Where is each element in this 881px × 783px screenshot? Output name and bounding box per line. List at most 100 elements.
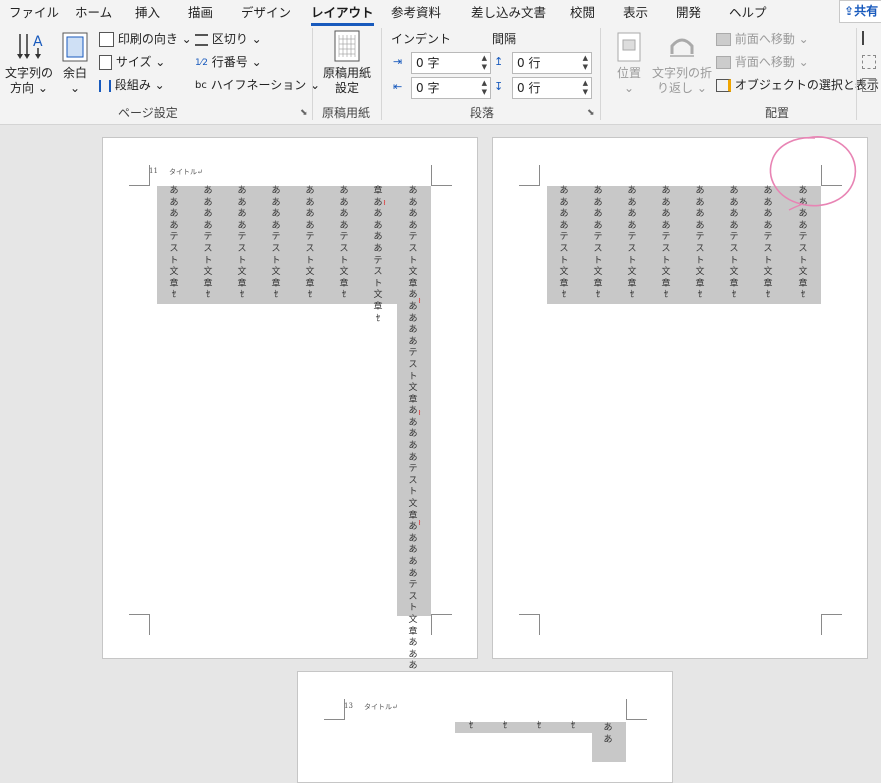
wrap-text-button[interactable]: 文字列の折 り返し ⌄ [652,30,712,100]
tab-mailings[interactable]: 差し込み文書 [471,2,546,21]
text-column[interactable]: ああああテスト文章ｾ [728,186,740,302]
spacing-after-icon: ↧ [494,80,504,93]
share-button[interactable]: ⇪共有 [839,0,881,23]
tab-layout[interactable]: レイアウト [311,2,374,26]
columns-label: 段組み [114,78,151,92]
spinner-icon: ▲ ▼ [481,79,487,96]
selection-pane-button[interactable]: オブジェクトの選択と表示 [716,77,879,93]
orientation-button[interactable]: 印刷の向き ⌄ [99,31,192,47]
text-column[interactable]: ああああテスト文章ｾ [592,186,604,302]
size-label: サイズ [115,55,152,69]
spacing-after-input[interactable]: 0 行 ▲ ▼ [512,77,592,99]
text-column[interactable]: ああああテスト文章あああああテスト文章あああああテスト文章あああああテスト文章あ… [407,186,419,743]
spelling-error-mark: ≀ [418,296,421,305]
spinner-icon: ▲ ▼ [582,79,588,96]
wrap-text-icon [670,38,694,57]
hyphenation-icon: bc [195,79,207,91]
tab-references[interactable]: 参考資料 [391,2,441,21]
text-selection [157,186,431,304]
tab-design[interactable]: デザイン [241,2,291,21]
breaks-button[interactable]: 区切り ⌄ [195,31,262,47]
genko-label-2: 設定 [334,81,359,95]
document-page[interactable]: ああああテスト文章ｾ ああああテスト文章ｾ ああああテスト文章ｾ ああああテスト… [492,136,868,659]
text-direction-button[interactable]: A 文字列の 方向 ⌄ [4,30,54,100]
indent-left-input[interactable]: 0 字 ▲ ▼ [411,52,491,74]
hyphenation-button[interactable]: bc ハイフネーション ⌄ [195,77,320,94]
line-numbers-label: 行番号 [211,55,248,69]
text-column[interactable]: ああああテスト文章ｾ [558,186,570,302]
svg-text:A: A [33,34,43,50]
tab-insert[interactable]: 挿入 [135,2,160,21]
document-page[interactable]: 13 タイトル↵ ｾ ｾ ｾ ｾ ああ [297,671,673,783]
tab-draw[interactable]: 描画 [188,2,213,21]
breaks-label: 区切り [211,32,248,46]
page-header-text: タイトル↵ [364,703,398,711]
text-column[interactable]: ああああテスト文章ｾ [694,186,706,302]
text-column[interactable]: ああああテスト文章ｾ [338,186,350,302]
text-column[interactable]: ｾ [499,721,511,733]
line-numbers-icon: 1⁄2 [195,57,208,68]
document-area: 11 タイトル↵ ああああテスト文章ｾ ああああテスト文章ｾ ああああテスト文章… [0,125,881,783]
indent-left-icon: ⇥ [393,55,403,68]
rotate-icon[interactable] [862,78,876,92]
text-column[interactable]: ｾ [465,721,477,733]
crop-mark [626,699,647,720]
text-column[interactable]: ああああテスト文章ｾ [304,186,316,302]
margins-button[interactable]: 余白 ⌄ [58,30,92,100]
spacing-before-input[interactable]: 0 行 ▲ ▼ [512,52,592,74]
tab-view[interactable]: 表示 [623,2,648,21]
indent-right-input[interactable]: 0 字 ▲ ▼ [411,77,491,99]
document-page[interactable]: 11 タイトル↵ ああああテスト文章ｾ ああああテスト文章ｾ ああああテスト文章… [102,137,478,741]
page-setup-launcher-icon[interactable]: ⬊ [300,108,308,118]
text-column[interactable]: ああああテスト文章ｾ [270,186,282,302]
position-icon [617,32,641,62]
text-column[interactable]: ああああテスト文章ｾ [660,186,672,302]
paragraph-group-label: 段落 [470,106,495,120]
crop-mark [519,165,540,186]
text-column[interactable]: ああ [602,723,614,746]
arrange-group-label: 配置 [765,106,790,120]
line-numbers-button[interactable]: 1⁄2 行番号 ⌄ [195,54,262,71]
chevron-down-icon: ⌄ [69,81,81,95]
text-column[interactable]: ｾ [533,721,545,733]
tab-developer[interactable]: 開発 [676,2,701,21]
text-column[interactable]: ｾ [567,721,579,733]
text-direction-icon: A [17,34,43,59]
breaks-icon [195,33,208,46]
columns-button[interactable]: 段組み ⌄ [99,77,165,93]
selection-pane-label: オブジェクトの選択と表示 [734,78,879,92]
text-column[interactable]: ああああテスト文章ｾ [168,186,180,302]
group-divider [312,28,313,120]
tab-file[interactable]: ファイル [9,2,59,21]
genko-settings-button[interactable]: 原稿用紙 設定 [318,30,376,100]
columns-icon [99,79,111,92]
group-objects-icon[interactable] [862,55,876,69]
group-divider [856,28,857,120]
page-header-text: タイトル↵ [169,168,203,176]
selection-pane-icon [716,79,731,92]
genko-label-1: 原稿用紙 [322,66,371,80]
position-button[interactable]: 位置 ⌄ [610,30,648,100]
page-setup-group-label: ページ設定 [118,106,178,120]
paragraph-launcher-icon[interactable]: ⬊ [587,108,595,118]
text-column[interactable]: ああああテスト文章ｾ [236,186,248,302]
tab-help[interactable]: ヘルプ [729,2,767,21]
bring-forward-button[interactable]: 前面へ移動 ⌄ [716,31,809,47]
bring-forward-icon [716,33,731,46]
text-column[interactable]: ああああテスト文章ｾ [202,186,214,302]
crop-mark [129,165,150,186]
text-direction-label-2: 方向 ⌄ [10,81,48,95]
bring-forward-label: 前面へ移動 [734,32,795,46]
text-column[interactable]: ああああテスト文章ｾ [626,186,638,302]
tab-home[interactable]: ホーム [75,2,112,21]
genko-group-label: 原稿用紙 [322,106,371,120]
size-button[interactable]: サイズ ⌄ [99,54,165,70]
tab-review[interactable]: 校閲 [570,2,595,21]
margins-icon [62,32,88,62]
send-backward-button[interactable]: 背面へ移動 ⌄ [716,54,809,70]
indent-right-icon: ⇤ [393,80,403,93]
margins-label: 余白 [62,66,87,80]
align-icon[interactable] [862,31,878,45]
pink-circle-annotation [769,136,857,211]
spelling-error-mark: ≀ [418,518,421,527]
